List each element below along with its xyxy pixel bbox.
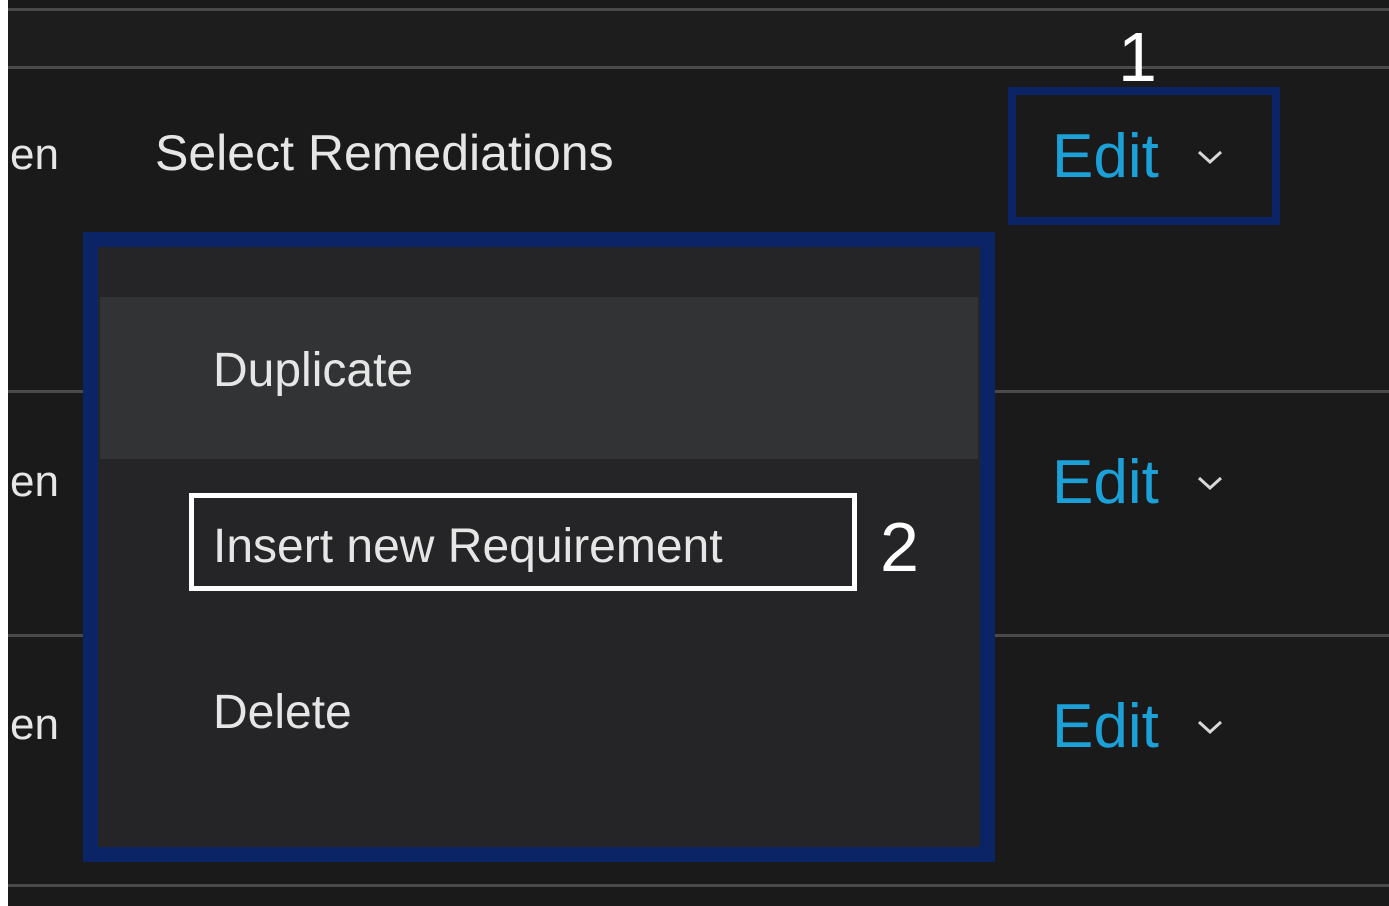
row-2-status-stub: en: [10, 457, 59, 506]
menu-item-label: Delete: [213, 686, 352, 739]
row-3-edit-button[interactable]: Edit: [1052, 696, 1225, 758]
edit-label: Edit: [1052, 448, 1159, 517]
row-1-status-stub: en: [10, 130, 59, 179]
divider-row-1: [8, 66, 1389, 69]
divider-bottom: [8, 884, 1389, 887]
menu-item-delete[interactable]: Delete: [100, 609, 978, 846]
menu-item-duplicate[interactable]: Duplicate: [100, 297, 978, 459]
callout-box-1: [1008, 87, 1280, 225]
divider-row-2-left: [8, 390, 83, 393]
edit-label: Edit: [1052, 692, 1159, 761]
divider-row-2-right: [995, 390, 1389, 393]
table-header-band: [8, 12, 1389, 66]
screenshot-canvas: en Select Remediations Edit en Edit en E…: [0, 0, 1389, 906]
callout-number-2: 2: [880, 508, 919, 586]
row-1-label: Select Remediations: [155, 125, 614, 181]
left-edge-strip: [0, 0, 8, 906]
divider-top: [8, 8, 1389, 11]
row-2-edit-button[interactable]: Edit: [1052, 452, 1225, 514]
chevron-down-icon: [1195, 712, 1225, 742]
callout-number-1: 1: [1118, 18, 1157, 96]
divider-row-3-right: [995, 634, 1389, 637]
menu-item-label: Duplicate: [213, 344, 414, 397]
callout-box-2: [189, 493, 857, 591]
chevron-down-icon: [1195, 468, 1225, 498]
row-3-status-stub: en: [10, 700, 59, 749]
divider-row-3-left: [8, 634, 83, 637]
